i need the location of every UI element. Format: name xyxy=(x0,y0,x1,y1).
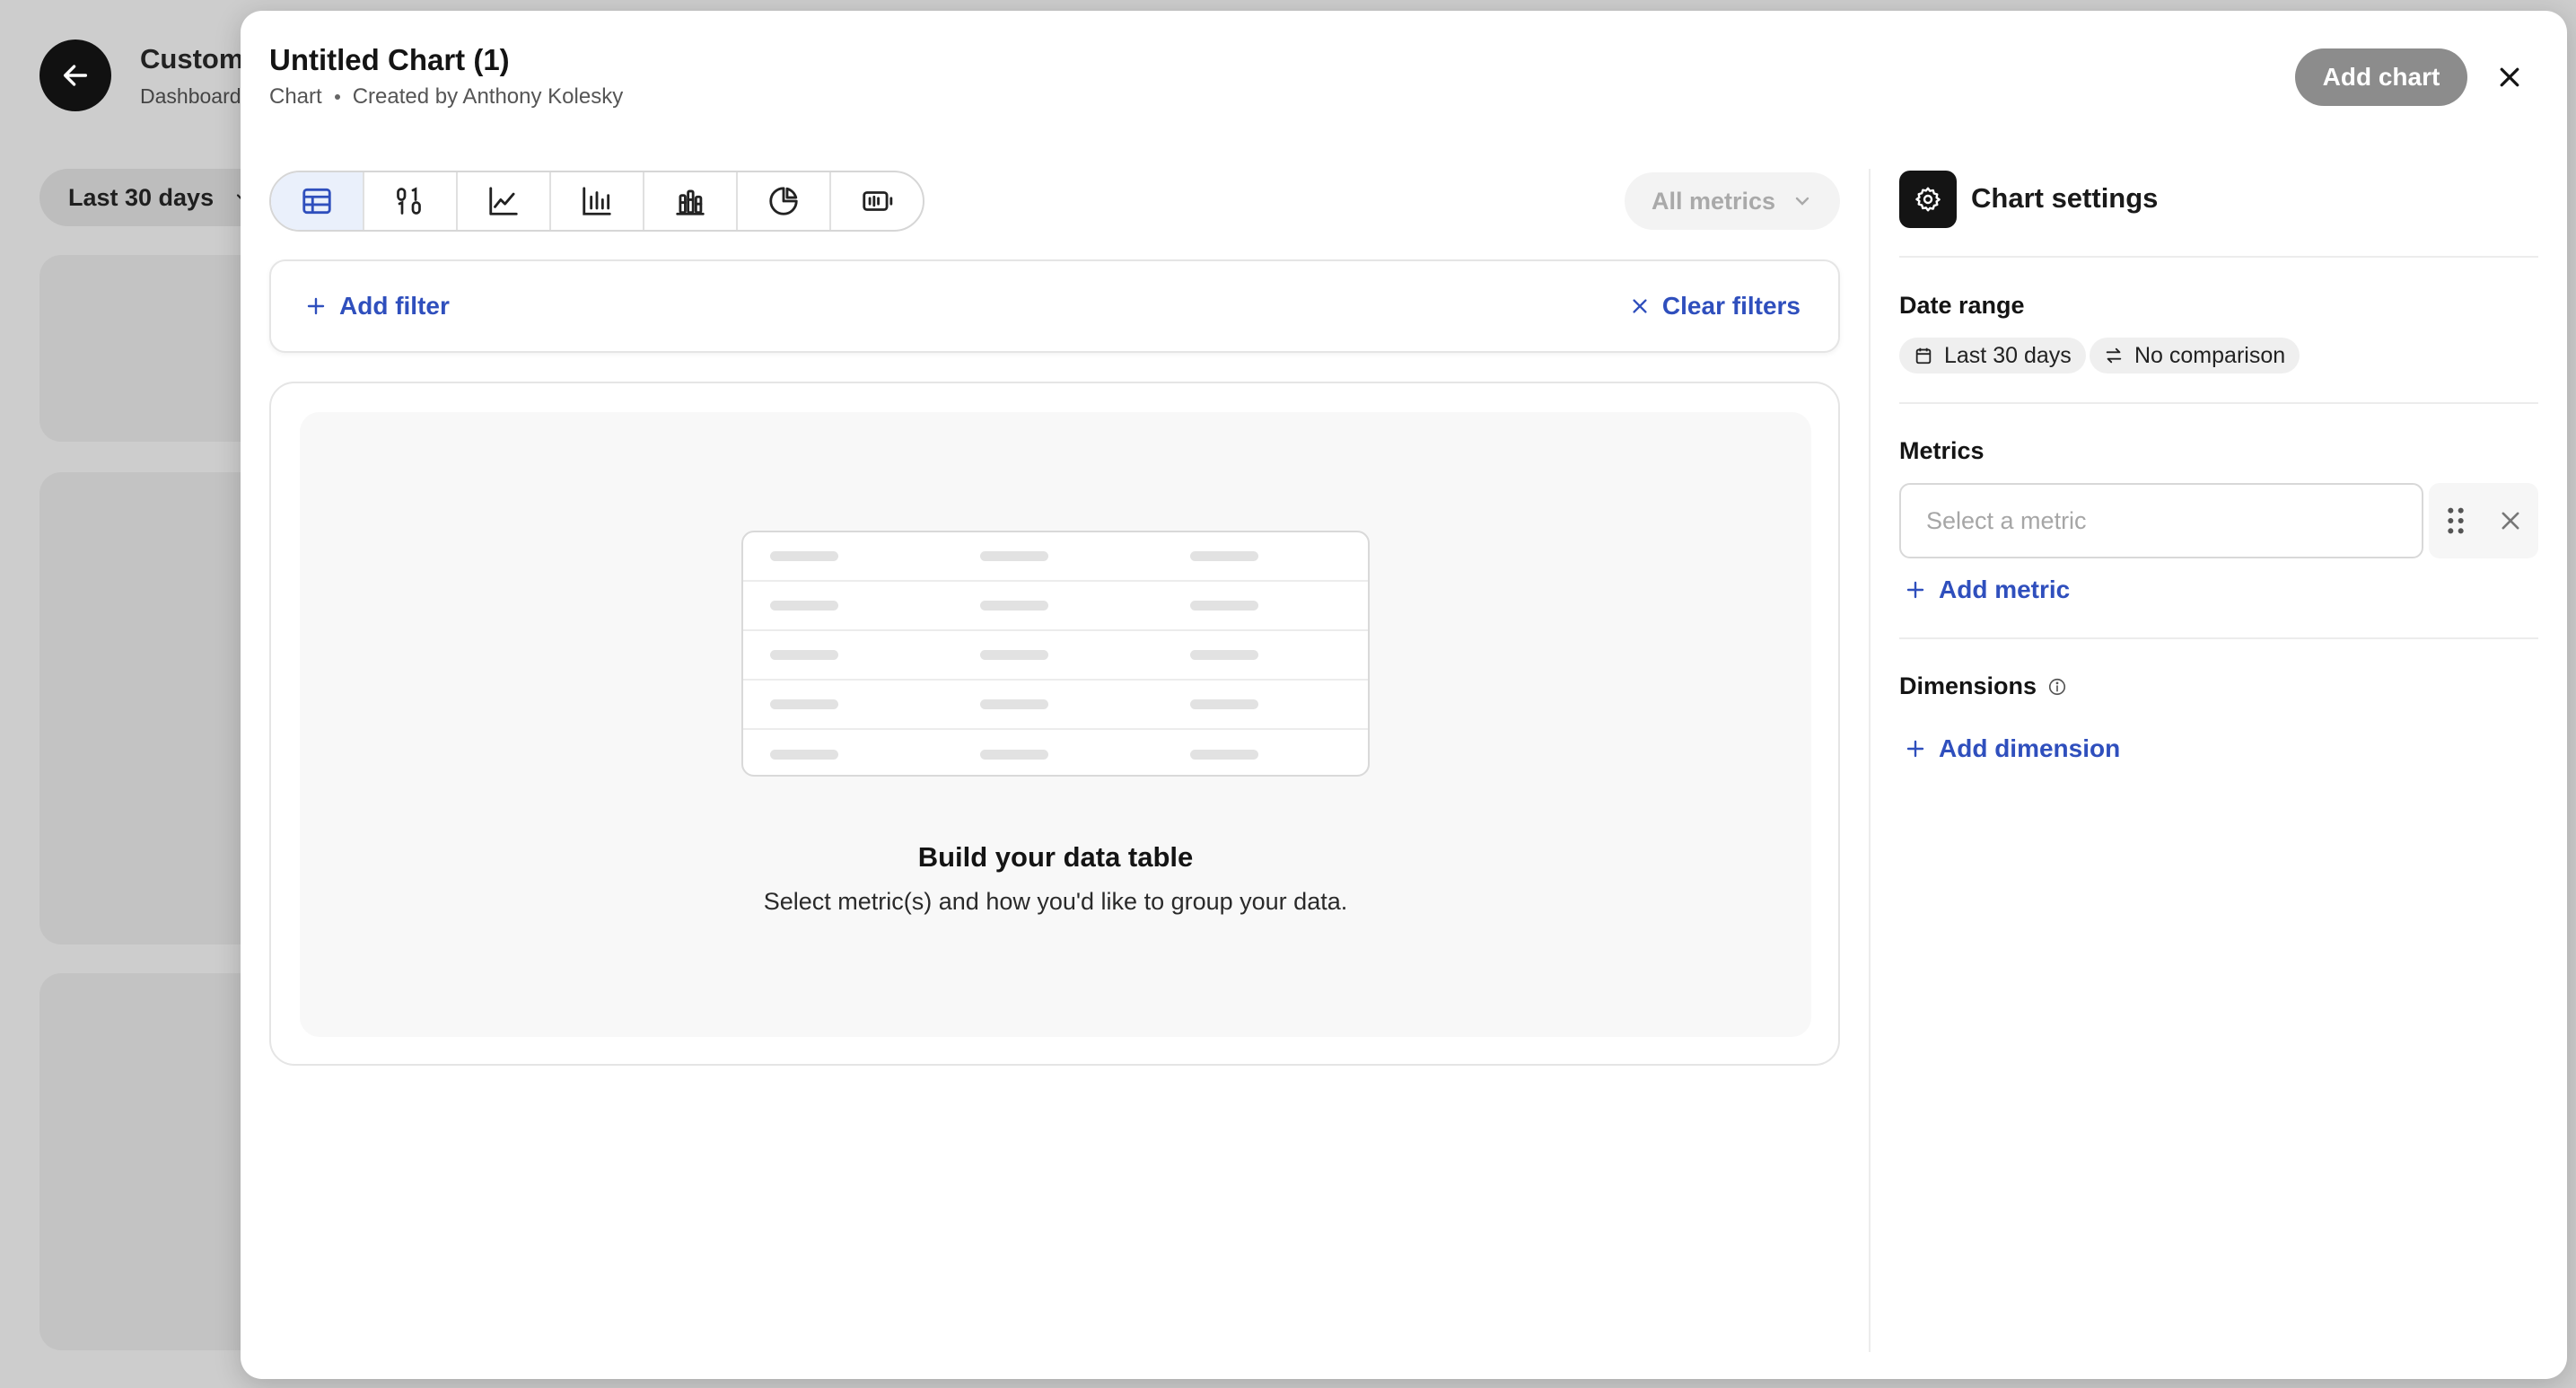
comparison-chip[interactable]: No comparison xyxy=(2090,338,2300,373)
chart-preview: Build your data table Select metric(s) a… xyxy=(269,382,1840,1066)
dashboard-card xyxy=(39,973,273,1350)
arrow-left-icon xyxy=(63,65,88,86)
divider xyxy=(1899,637,2538,639)
drag-handle-icon[interactable] xyxy=(2445,505,2466,536)
numbers-icon xyxy=(397,187,421,215)
plus-icon xyxy=(1906,581,1924,599)
close-button[interactable] xyxy=(2492,56,2528,99)
close-icon xyxy=(1633,299,1647,313)
bar-chart-icon xyxy=(583,187,611,215)
chart-created-by: Created by Anthony Kolesky xyxy=(352,84,624,109)
divider xyxy=(1899,256,2538,258)
pie-chart-icon xyxy=(769,187,798,215)
close-icon xyxy=(2500,67,2519,87)
add-filter-button[interactable]: Add filter xyxy=(305,292,450,321)
clear-filters-button[interactable]: Clear filters xyxy=(1630,292,1801,321)
divider xyxy=(1899,402,2538,404)
metrics-dropdown-label: All metrics xyxy=(1651,187,1776,215)
table-illustration xyxy=(741,531,1370,777)
empty-state: Build your data table Select metric(s) a… xyxy=(300,412,1811,1037)
chart-type-toolbar xyxy=(269,171,924,232)
dashboard-card xyxy=(39,255,273,442)
illustration-row xyxy=(743,631,1368,681)
add-metric-label: Add metric xyxy=(1939,575,2071,603)
chart-type-line-button[interactable] xyxy=(458,172,551,230)
empty-state-subtitle: Select metric(s) and how you'd like to g… xyxy=(763,888,1348,915)
funnel-chart-icon xyxy=(863,191,893,211)
gear-icon xyxy=(1915,187,1941,212)
separator-dot xyxy=(334,94,340,100)
date-range-label: Date range xyxy=(1899,292,2025,319)
dimensions-label: Dimensions xyxy=(1899,672,2037,699)
illustration-row xyxy=(743,582,1368,631)
date-range-chip[interactable]: Last 30 days xyxy=(1899,338,2086,373)
settings-title: Chart settings xyxy=(1971,182,2159,214)
dashboard-subtitle: Dashboard xyxy=(140,84,241,108)
info-icon[interactable] xyxy=(2047,677,2067,697)
illustration-row xyxy=(743,532,1368,582)
dashboard-card xyxy=(39,472,273,944)
settings-badge xyxy=(1899,171,1957,228)
remove-metric-icon[interactable] xyxy=(2498,508,2523,533)
metric-actions xyxy=(2429,483,2538,558)
dashboard-title: Custom xyxy=(140,43,244,75)
plus-icon xyxy=(1906,740,1924,758)
swap-icon xyxy=(2106,347,2122,364)
dashboard-date-range[interactable]: Last 30 days xyxy=(39,169,273,226)
add-filter-label: Add filter xyxy=(339,292,450,320)
comparison-value: No comparison xyxy=(2134,342,2286,368)
chart-meta: Chart Created by Anthony Kolesky xyxy=(269,84,623,110)
chart-title[interactable]: Untitled Chart (1) xyxy=(269,43,510,77)
metric-select-input[interactable] xyxy=(1899,483,2423,558)
chart-type-bar-button[interactable] xyxy=(551,172,644,230)
chart-type-table-button[interactable] xyxy=(271,172,364,230)
chart-type-pie-button[interactable] xyxy=(738,172,831,230)
empty-state-title: Build your data table xyxy=(917,841,1194,873)
calendar-icon xyxy=(1915,347,1932,365)
chart-type-stacked-bar-button[interactable] xyxy=(644,172,738,230)
chart-type-number-button[interactable] xyxy=(364,172,458,230)
back-button[interactable] xyxy=(39,40,111,111)
chevron-down-icon xyxy=(1795,197,1809,206)
date-range-value: Last 30 days xyxy=(1944,342,2072,368)
add-dimension-button[interactable]: Add dimension xyxy=(1905,734,2120,763)
clear-filters-label: Clear filters xyxy=(1661,292,1801,320)
dimensions-header: Dimensions xyxy=(1899,672,2067,700)
metrics-dropdown[interactable]: All metrics xyxy=(1625,172,1840,230)
dashboard-date-range-label: Last 30 days xyxy=(68,183,215,211)
illustration-row xyxy=(743,730,1368,775)
illustration-row xyxy=(743,681,1368,730)
chart-type-label: Chart xyxy=(269,84,322,109)
metrics-label: Metrics xyxy=(1899,437,1985,464)
filter-bar: Add filter Clear filters xyxy=(269,259,1840,353)
panel-divider xyxy=(1869,169,1871,1352)
add-metric-button[interactable]: Add metric xyxy=(1905,575,2070,604)
table-icon xyxy=(302,188,331,215)
add-chart-button[interactable]: Add chart xyxy=(2295,48,2467,106)
stacked-bar-icon xyxy=(676,189,705,215)
line-chart-icon xyxy=(489,187,518,215)
add-dimension-label: Add dimension xyxy=(1939,734,2121,762)
chart-type-funnel-button[interactable] xyxy=(831,172,923,230)
plus-icon xyxy=(307,297,325,315)
